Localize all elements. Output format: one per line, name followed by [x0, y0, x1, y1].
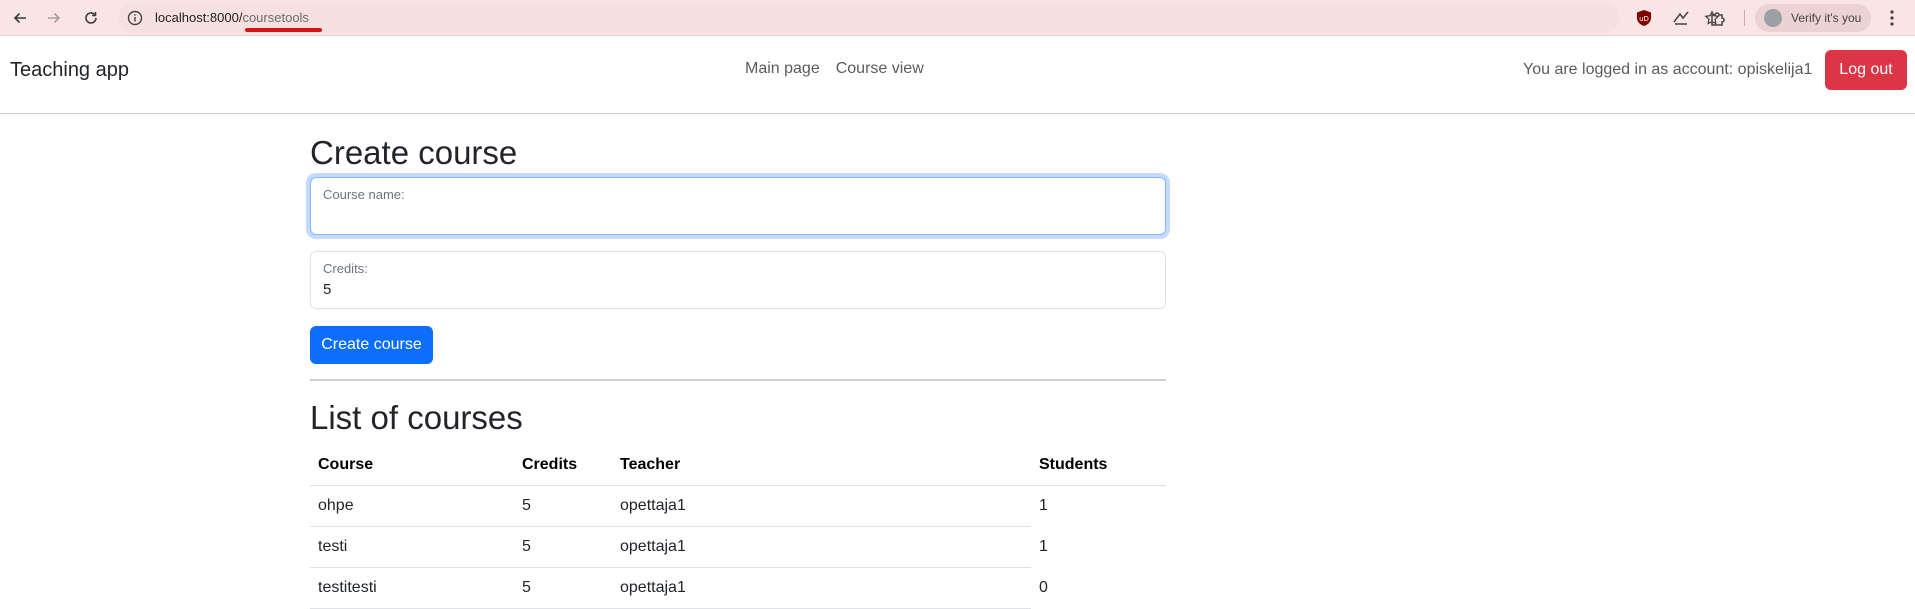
login-status: You are logged in as account: opiskelija… — [1523, 61, 1813, 78]
course-name-label: Course name: — [323, 187, 405, 202]
nav-link-main-page[interactable]: Main page — [745, 60, 820, 78]
cell-teacher: opettaja1 — [612, 526, 1031, 568]
credits-input[interactable]: 5 — [323, 281, 331, 298]
table-header-row: Course Credits Teacher Students — [310, 445, 1166, 486]
extension-icon[interactable] — [1672, 9, 1690, 27]
cell-credits: 5 — [514, 485, 612, 527]
nav-link-course-view[interactable]: Course view — [836, 60, 924, 78]
cell-teacher: opettaja1 — [612, 485, 1031, 527]
reload-icon[interactable] — [79, 6, 103, 30]
column-header-teacher: Teacher — [612, 445, 1031, 486]
forward-icon[interactable] — [42, 6, 66, 30]
cell-students: 1 — [1039, 537, 1048, 555]
create-course-button[interactable]: Create course — [310, 326, 433, 364]
svg-text:uD: uD — [1639, 15, 1649, 23]
puzzle-icon[interactable] — [1709, 9, 1727, 27]
cell-students: 0 — [1039, 578, 1048, 596]
cell-course: ohpe — [310, 485, 514, 527]
url-path: coursetools — [242, 10, 309, 25]
cell-credits: 5 — [514, 526, 612, 568]
table-row: ohpe 5 opettaja1 1 — [310, 485, 1166, 527]
browser-toolbar: localhost:8000/coursetools uD Verify it'… — [0, 0, 1915, 36]
brand-title[interactable]: Teaching app — [10, 59, 129, 82]
credits-field[interactable]: Credits: 5 — [310, 251, 1166, 309]
nav-links: Main page Course view — [745, 60, 924, 78]
section-divider — [310, 379, 1166, 381]
address-bar[interactable]: localhost:8000/coursetools — [118, 3, 1720, 33]
column-header-credits: Credits — [514, 445, 612, 486]
course-name-field[interactable]: Course name: — [310, 177, 1166, 235]
toolbar-separator — [1744, 10, 1745, 26]
cell-credits: 5 — [514, 567, 612, 609]
cell-teacher: opettaja1 — [612, 567, 1031, 609]
cell-students: 1 — [1039, 496, 1048, 514]
courses-table: Course Credits Teacher Students ohpe 5 o… — [310, 445, 1166, 609]
site-info-icon[interactable] — [127, 10, 143, 26]
column-header-students: Students — [1031, 445, 1166, 486]
cell-course: testi — [310, 526, 514, 568]
url-host: localhost:8000/ — [155, 10, 243, 25]
logout-button[interactable]: Log out — [1825, 50, 1907, 90]
cell-course: testitesti — [310, 567, 514, 609]
column-header-course: Course — [310, 445, 514, 486]
back-icon[interactable] — [8, 6, 32, 30]
url-annotation-underline — [245, 28, 322, 32]
course-list-heading: List of courses — [310, 399, 523, 436]
table-row: testi 5 opettaja1 1 — [310, 526, 1166, 568]
table-row: testitesti 5 opettaja1 0 — [310, 567, 1166, 609]
menu-dots-icon[interactable] — [1882, 8, 1902, 28]
app-navbar: Teaching app Main page Course view You a… — [0, 36, 1915, 114]
create-course-heading: Create course — [310, 134, 518, 171]
profile-chip[interactable]: Verify it's you — [1755, 4, 1871, 32]
ublock-icon[interactable]: uD — [1635, 9, 1653, 27]
credits-label: Credits: — [323, 261, 368, 276]
profile-label: Verify it's you — [1791, 11, 1862, 25]
url-text[interactable]: localhost:8000/coursetools — [155, 10, 309, 26]
profile-avatar-icon — [1764, 9, 1782, 27]
